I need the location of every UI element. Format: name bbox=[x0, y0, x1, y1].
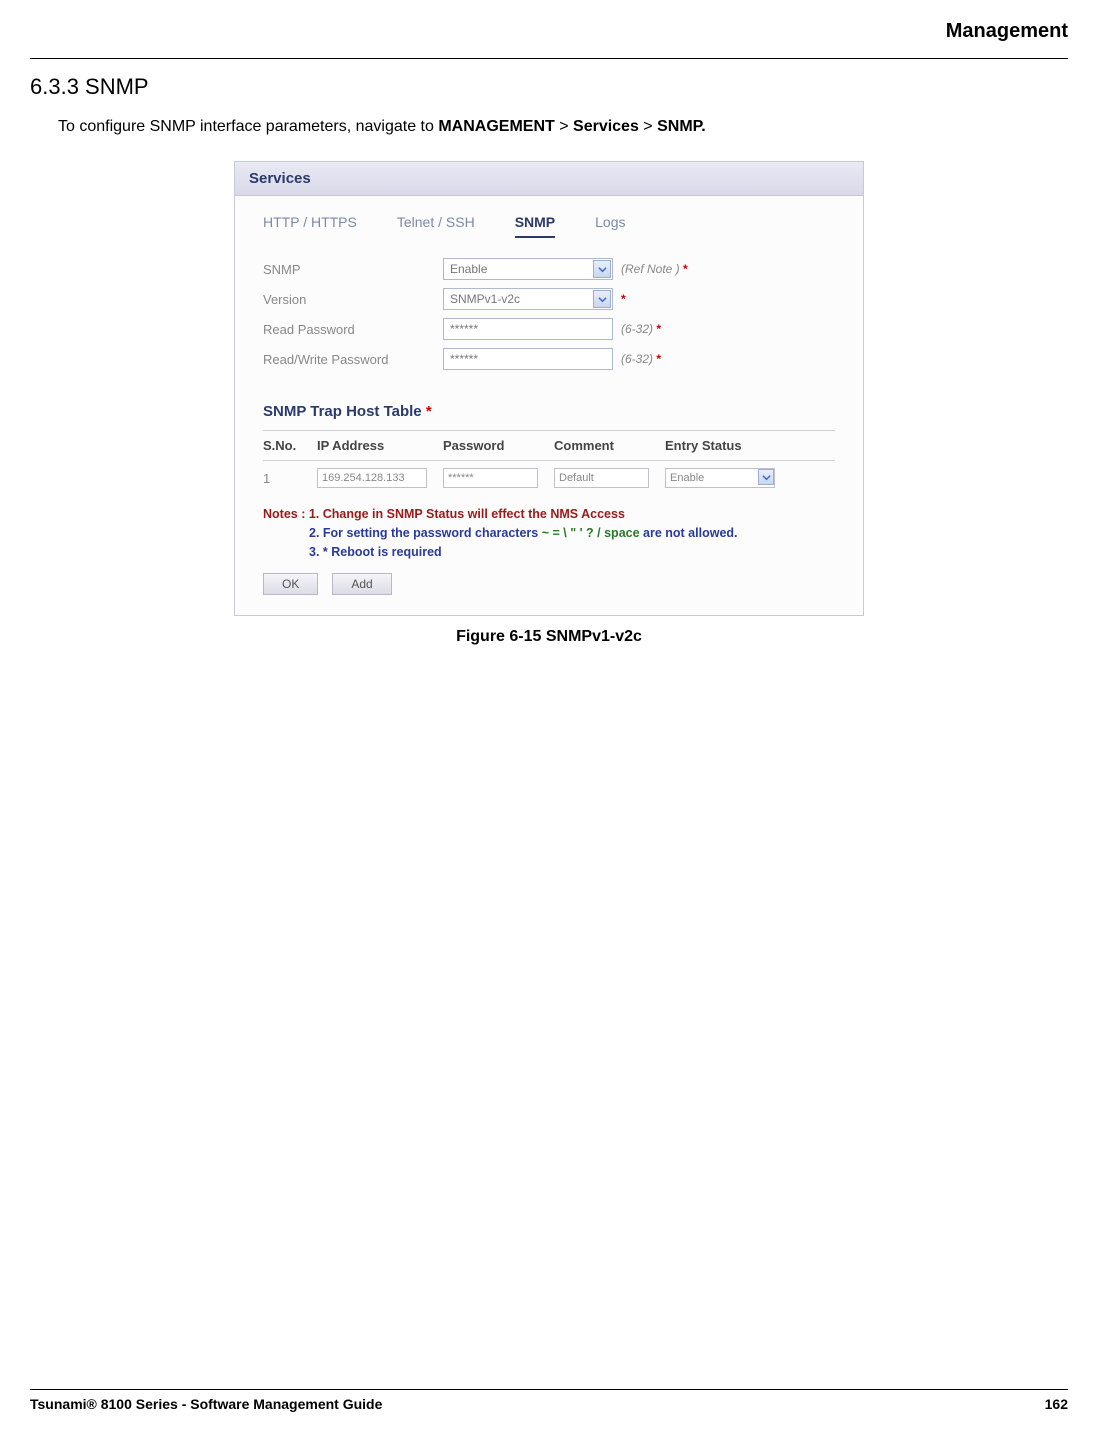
read-password-hint: (6-32) * bbox=[621, 322, 661, 336]
version-select[interactable]: SNMPv1-v2c bbox=[443, 288, 613, 310]
note-2c: are not allowed. bbox=[640, 526, 738, 540]
col-ip: IP Address bbox=[317, 438, 427, 453]
page-header: Management bbox=[30, 20, 1068, 53]
note-1: 1. Change in SNMP Status will effect the… bbox=[309, 507, 625, 521]
readwrite-password-input[interactable] bbox=[443, 348, 613, 370]
trap-table-heading: SNMP Trap Host Table * bbox=[235, 378, 863, 430]
chapter-title: Management bbox=[946, 20, 1068, 42]
col-password: Password bbox=[443, 438, 538, 453]
intro-text: To configure SNMP interface parameters, … bbox=[58, 118, 1068, 136]
chevron-down-icon bbox=[593, 290, 611, 308]
breadcrumb-sep: > bbox=[555, 118, 573, 135]
entry-status-select[interactable] bbox=[665, 468, 775, 488]
snmp-select[interactable]: Enable bbox=[443, 258, 613, 280]
required-asterisk: * bbox=[656, 352, 661, 366]
col-sno: S.No. bbox=[263, 438, 301, 453]
note-2b: ~ = \ " ' ? / space bbox=[542, 526, 640, 540]
header-rule bbox=[30, 58, 1068, 59]
readwrite-password-label: Read/Write Password bbox=[263, 352, 443, 367]
ok-button[interactable]: OK bbox=[263, 573, 318, 595]
col-comment: Comment bbox=[554, 438, 649, 453]
read-password-input[interactable] bbox=[443, 318, 613, 340]
footer-rule bbox=[30, 1389, 1068, 1390]
trap-password-input[interactable] bbox=[443, 468, 538, 488]
button-row: OK Add bbox=[235, 573, 863, 615]
notes-prefix: Notes : bbox=[263, 507, 309, 521]
readwrite-password-hint: (6-32) * bbox=[621, 352, 661, 366]
section-heading: 6.3.3 SNMP bbox=[30, 74, 1068, 100]
services-panel: Services HTTP / HTTPS Telnet / SSH SNMP … bbox=[234, 161, 864, 616]
breadcrumb-management: MANAGEMENT bbox=[438, 118, 554, 135]
tab-telnet-ssh[interactable]: Telnet / SSH bbox=[397, 214, 475, 238]
comment-input[interactable] bbox=[554, 468, 649, 488]
col-entry-status: Entry Status bbox=[665, 438, 775, 453]
table-header-row: S.No. IP Address Password Comment Entry … bbox=[263, 430, 835, 461]
trap-host-table: S.No. IP Address Password Comment Entry … bbox=[235, 430, 863, 499]
figure-caption: Figure 6-15 SNMPv1-v2c bbox=[30, 628, 1068, 646]
required-asterisk: * bbox=[683, 262, 688, 276]
chevron-down-icon bbox=[593, 260, 611, 278]
table-row: 1 bbox=[263, 461, 835, 495]
required-asterisk: * bbox=[426, 403, 432, 420]
intro-prefix: To configure SNMP interface parameters, … bbox=[58, 118, 438, 135]
tab-bar: HTTP / HTTPS Telnet / SSH SNMP Logs bbox=[235, 196, 863, 248]
chevron-down-icon bbox=[758, 469, 774, 485]
breadcrumb-sep: > bbox=[639, 118, 657, 135]
row-sno: 1 bbox=[263, 471, 301, 486]
snmp-form: SNMP Enable (Ref Note ) * Version SNMPv1… bbox=[235, 248, 863, 370]
snmp-value: Enable bbox=[450, 262, 487, 276]
required-asterisk: * bbox=[656, 322, 661, 336]
tab-http-https[interactable]: HTTP / HTTPS bbox=[263, 214, 357, 238]
breadcrumb-services: Services bbox=[573, 118, 639, 135]
panel-title: Services bbox=[235, 162, 863, 196]
read-password-label: Read Password bbox=[263, 322, 443, 337]
breadcrumb-snmp: SNMP. bbox=[657, 118, 706, 135]
tab-logs[interactable]: Logs bbox=[595, 214, 625, 238]
snmp-hint: (Ref Note ) * bbox=[621, 262, 688, 276]
footer-doc-title: Tsunami® 8100 Series - Software Manageme… bbox=[30, 1396, 382, 1412]
snmp-label: SNMP bbox=[263, 262, 443, 277]
page-number: 162 bbox=[1045, 1396, 1068, 1412]
tab-snmp[interactable]: SNMP bbox=[515, 214, 555, 238]
ip-address-input[interactable] bbox=[317, 468, 427, 488]
version-value: SNMPv1-v2c bbox=[450, 292, 520, 306]
page-footer: Tsunami® 8100 Series - Software Manageme… bbox=[30, 1389, 1068, 1412]
version-label: Version bbox=[263, 292, 443, 307]
required-asterisk: * bbox=[621, 292, 626, 306]
version-hint: * bbox=[621, 292, 626, 306]
note-2a: 2. For setting the password characters bbox=[309, 526, 542, 540]
notes-block: Notes : 1. Change in SNMP Status will ef… bbox=[235, 499, 863, 573]
note-3: 3. * Reboot is required bbox=[309, 543, 835, 562]
add-button[interactable]: Add bbox=[332, 573, 391, 595]
